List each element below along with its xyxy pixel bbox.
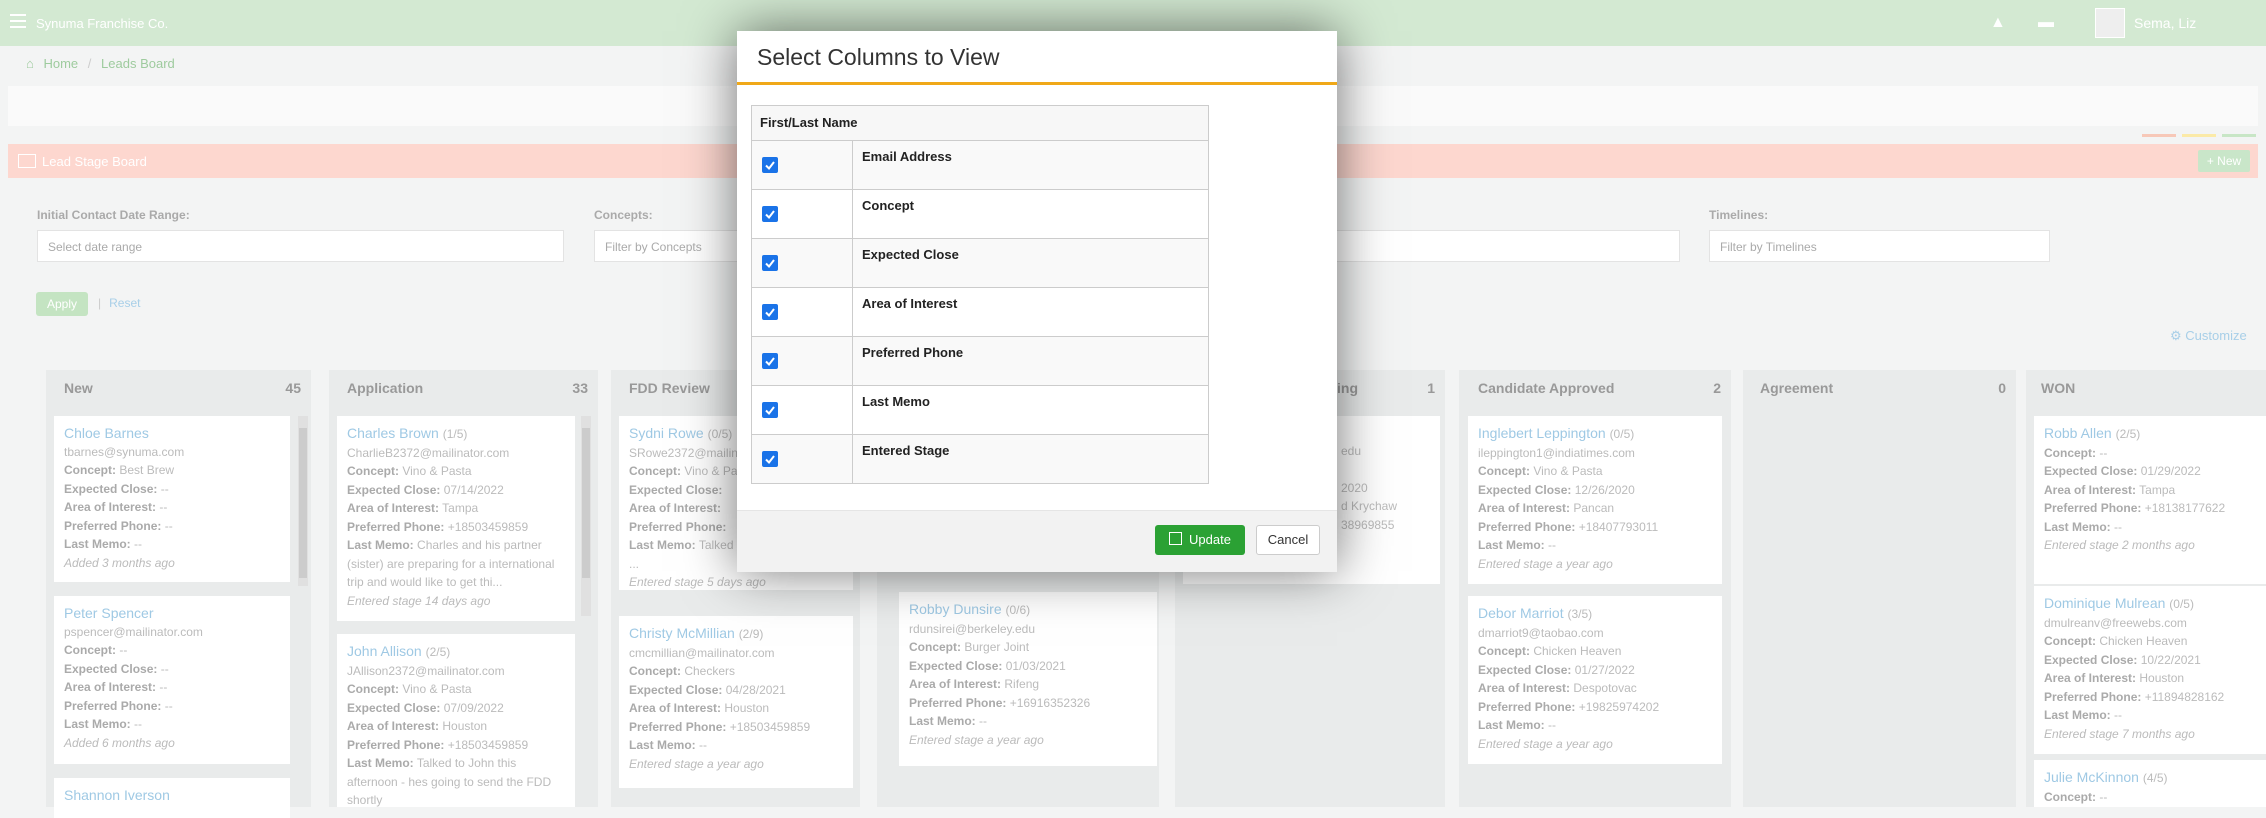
columns-table-header: First/Last Name bbox=[752, 106, 1208, 141]
column-option-label: Preferred Phone bbox=[862, 345, 964, 360]
select-columns-modal: Select Columns to View First/Last Name E… bbox=[737, 31, 1337, 572]
area-of-interest-checkbox[interactable] bbox=[762, 304, 778, 320]
preferred-phone-checkbox[interactable] bbox=[762, 353, 778, 369]
column-option-row: Preferred Phone bbox=[752, 337, 1208, 386]
column-option-row: Email Address bbox=[752, 141, 1208, 190]
concept-checkbox[interactable] bbox=[762, 206, 778, 222]
column-option-row: Concept bbox=[752, 190, 1208, 239]
checkbox-cell bbox=[752, 435, 853, 483]
column-option-row: Expected Close bbox=[752, 239, 1208, 288]
checkbox-cell bbox=[752, 239, 853, 287]
email-address-checkbox[interactable] bbox=[762, 157, 778, 173]
cancel-button[interactable]: Cancel bbox=[1256, 525, 1320, 555]
expected-close-checkbox[interactable] bbox=[762, 255, 778, 271]
column-option-label: Email Address bbox=[862, 149, 952, 164]
modal-body: First/Last Name Email Address Concept Ex… bbox=[737, 85, 1337, 510]
checkbox-cell bbox=[752, 288, 853, 336]
column-option-row: Area of Interest bbox=[752, 288, 1208, 337]
column-option-label: Entered Stage bbox=[862, 443, 950, 458]
column-option-label: Last Memo bbox=[862, 394, 930, 409]
columns-table-rows: Email Address Concept Expected Close Are… bbox=[752, 141, 1208, 483]
checkbox-cell bbox=[752, 190, 853, 238]
column-option-label: Concept bbox=[862, 198, 914, 213]
column-option-row: Entered Stage bbox=[752, 435, 1208, 483]
modal-title: Select Columns to View bbox=[757, 44, 1000, 70]
modal-header: Select Columns to View bbox=[737, 31, 1337, 85]
entered-stage-checkbox[interactable] bbox=[762, 451, 778, 467]
last-memo-checkbox[interactable] bbox=[762, 402, 778, 418]
save-icon bbox=[1169, 532, 1183, 545]
column-option-label: Area of Interest bbox=[862, 296, 958, 311]
update-button[interactable]: Update bbox=[1155, 525, 1245, 555]
checkbox-cell bbox=[752, 141, 853, 189]
column-option-label: Expected Close bbox=[862, 247, 959, 262]
modal-footer: Update Cancel bbox=[737, 510, 1337, 572]
update-label: Update bbox=[1189, 532, 1231, 547]
checkbox-cell bbox=[752, 386, 853, 434]
column-option-row: Last Memo bbox=[752, 386, 1208, 435]
checkbox-cell bbox=[752, 337, 853, 385]
columns-table: First/Last Name Email Address Concept Ex… bbox=[751, 105, 1209, 484]
